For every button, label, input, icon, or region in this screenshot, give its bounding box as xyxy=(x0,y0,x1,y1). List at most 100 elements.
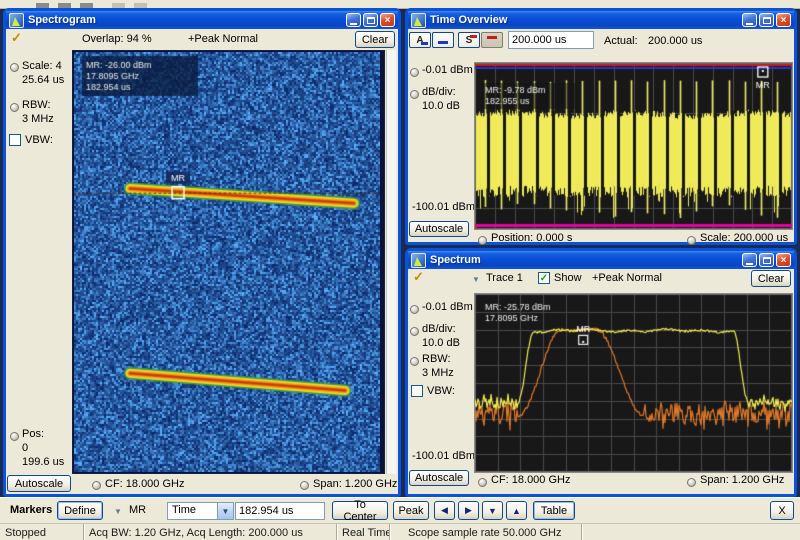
minimize-button[interactable] xyxy=(742,13,757,27)
trace-label[interactable]: Trace 1 xyxy=(486,272,523,284)
close-button[interactable]: × xyxy=(380,13,395,27)
maximize-button[interactable] xyxy=(759,253,774,267)
close-toolbar-button[interactable]: X xyxy=(770,501,794,520)
position-label[interactable]: Position: 0.000 s xyxy=(491,232,572,244)
combobox-dropdown-icon[interactable]: ▼ xyxy=(217,503,233,519)
span-label[interactable]: Span: 1.200 GHz xyxy=(700,474,784,486)
minimize-button[interactable] xyxy=(742,253,757,267)
to-center-button[interactable]: To Center xyxy=(332,501,388,520)
show-checkbox[interactable]: ✓ xyxy=(538,272,550,284)
time-overview-titlebar[interactable]: Time Overview × xyxy=(408,11,794,29)
top-level-knob-icon[interactable] xyxy=(410,68,419,77)
vbw-checkbox[interactable] xyxy=(411,385,423,397)
minimize-glyph xyxy=(746,23,753,25)
spectrum-titlebar[interactable]: Spectrum × xyxy=(408,251,794,269)
pos-end-value: 199.6 us xyxy=(22,456,64,468)
maximize-button[interactable] xyxy=(363,13,378,27)
status-mode: Real Time xyxy=(337,524,390,540)
top-level-value[interactable]: -0.01 dBm xyxy=(422,64,473,76)
dbdiv-knob-icon[interactable] xyxy=(410,90,419,99)
plot-right-margin xyxy=(386,50,396,474)
minimize-glyph xyxy=(350,23,357,25)
scale-knob-icon[interactable] xyxy=(687,236,696,245)
span-knob-icon[interactable] xyxy=(687,478,696,487)
autoscale-button[interactable]: Autoscale xyxy=(409,470,469,486)
scale-value: 25.64 us xyxy=(22,74,64,86)
cf-knob-icon[interactable] xyxy=(92,481,101,490)
status-bar: Stopped Acq BW: 1.20 GHz, Acq Length: 20… xyxy=(0,523,800,540)
pos-start-value: 0 xyxy=(22,442,28,454)
marker-position-input[interactable] xyxy=(235,502,325,520)
marker-select-dropdown-icon[interactable]: ▼ xyxy=(114,507,122,516)
time-overview-canvas[interactable] xyxy=(475,63,792,229)
maximize-button[interactable] xyxy=(759,13,774,27)
overlap-readout: Overlap: 94 % xyxy=(82,33,152,45)
scale-label[interactable]: Scale: 4 xyxy=(22,60,62,72)
pos-knob-icon[interactable] xyxy=(10,432,19,441)
peak-higher-button[interactable]: ▲ xyxy=(506,501,527,520)
analysis-time-auto-button[interactable]: A xyxy=(409,32,431,48)
vbw-checkbox[interactable] xyxy=(9,134,21,146)
pos-label[interactable]: Pos: xyxy=(22,428,44,440)
minimize-button[interactable] xyxy=(346,13,361,27)
autoscale-button[interactable]: Autoscale xyxy=(7,475,71,492)
peak-left-button[interactable]: ◀ xyxy=(434,501,455,520)
scale-label[interactable]: Scale: 200.000 us xyxy=(700,232,788,244)
close-button[interactable]: × xyxy=(776,253,791,267)
spectrogram-body: ✓ Overlap: 94 % +Peak Normal Clear Scale… xyxy=(6,29,398,494)
dbdiv-label[interactable]: dB/div: xyxy=(422,323,456,335)
clear-button[interactable]: Clear xyxy=(355,31,395,48)
spectrum-length-button[interactable] xyxy=(481,32,503,48)
rbw-label[interactable]: RBW: xyxy=(422,353,451,365)
rbw-value: 3 MHz xyxy=(422,367,454,379)
rbw-label[interactable]: RBW: xyxy=(22,99,51,111)
spectrum-time-auto-button[interactable]: S xyxy=(458,32,480,48)
position-knob-icon[interactable] xyxy=(478,236,487,245)
span-knob-icon[interactable] xyxy=(300,481,309,490)
analysis-underline-glyph xyxy=(421,42,428,45)
center-frequency-label[interactable]: CF: 18.000 GHz xyxy=(491,474,570,486)
clear-button[interactable]: Clear xyxy=(751,270,791,287)
marker-domain-combobox[interactable]: Time ▼ xyxy=(167,502,234,520)
combobox-value: Time xyxy=(168,503,217,519)
bottom-level-value: -100.01 dBm xyxy=(412,450,475,462)
bottom-level-value: -100.01 dBm xyxy=(412,201,475,213)
span-label[interactable]: Span: 1.200 GHz xyxy=(313,478,397,490)
analysis-length-input[interactable] xyxy=(508,31,594,49)
scale-knob-icon[interactable] xyxy=(10,63,19,72)
trace-dropdown-icon[interactable]: ▼ xyxy=(472,275,480,284)
center-frequency-label[interactable]: CF: 18.000 GHz xyxy=(105,478,184,490)
peak-button[interactable]: Peak xyxy=(393,501,429,520)
rbw-knob-icon[interactable] xyxy=(10,103,19,112)
dbdiv-label[interactable]: dB/div: xyxy=(422,86,456,98)
cf-knob-icon[interactable] xyxy=(478,478,487,487)
time-overview-body: A S Actual: 200.000 us -0.01 dBm dB/div:… xyxy=(408,29,794,242)
spectrum-length-glyph xyxy=(487,36,497,39)
spectrum-window: Spectrum × ✓ ▼ Trace 1 ✓ Show +Peak Norm… xyxy=(405,248,797,497)
top-level-knob-icon[interactable] xyxy=(410,305,419,314)
minimize-glyph xyxy=(746,263,753,265)
enabled-check-icon[interactable]: ✓ xyxy=(413,269,424,285)
analyzer-application: Spectrogram × ✓ Overlap: 94 % +Peak Norm… xyxy=(0,0,800,540)
analysis-length-button[interactable] xyxy=(432,32,454,48)
marker-table-button[interactable]: Table xyxy=(533,501,575,520)
status-acq-info: Acq BW: 1.20 GHz, Acq Length: 200.000 us xyxy=(84,524,337,540)
app-icon xyxy=(411,253,426,268)
rbw-value: 3 MHz xyxy=(22,113,54,125)
rbw-knob-icon[interactable] xyxy=(410,357,419,366)
dbdiv-knob-icon[interactable] xyxy=(410,327,419,336)
maximize-glyph xyxy=(763,17,771,24)
enabled-check-icon[interactable]: ✓ xyxy=(11,30,22,46)
peak-lower-button[interactable]: ▼ xyxy=(482,501,503,520)
dbdiv-value: 10.0 dB xyxy=(422,337,460,349)
autoscale-button[interactable]: Autoscale xyxy=(409,221,469,237)
spectrogram-titlebar[interactable]: Spectrogram × xyxy=(6,11,398,29)
define-markers-button[interactable]: Define xyxy=(57,501,103,520)
peak-right-button[interactable]: ▶ xyxy=(458,501,479,520)
top-level-value[interactable]: -0.01 dBm xyxy=(422,301,473,313)
status-sample-rate: Scope sample rate 50.000 GHz xyxy=(390,524,582,540)
close-button[interactable]: × xyxy=(776,13,791,27)
spectrum-canvas[interactable] xyxy=(475,294,792,472)
dbdiv-value: 10.0 dB xyxy=(422,100,460,112)
spectrogram-canvas[interactable] xyxy=(74,52,380,472)
